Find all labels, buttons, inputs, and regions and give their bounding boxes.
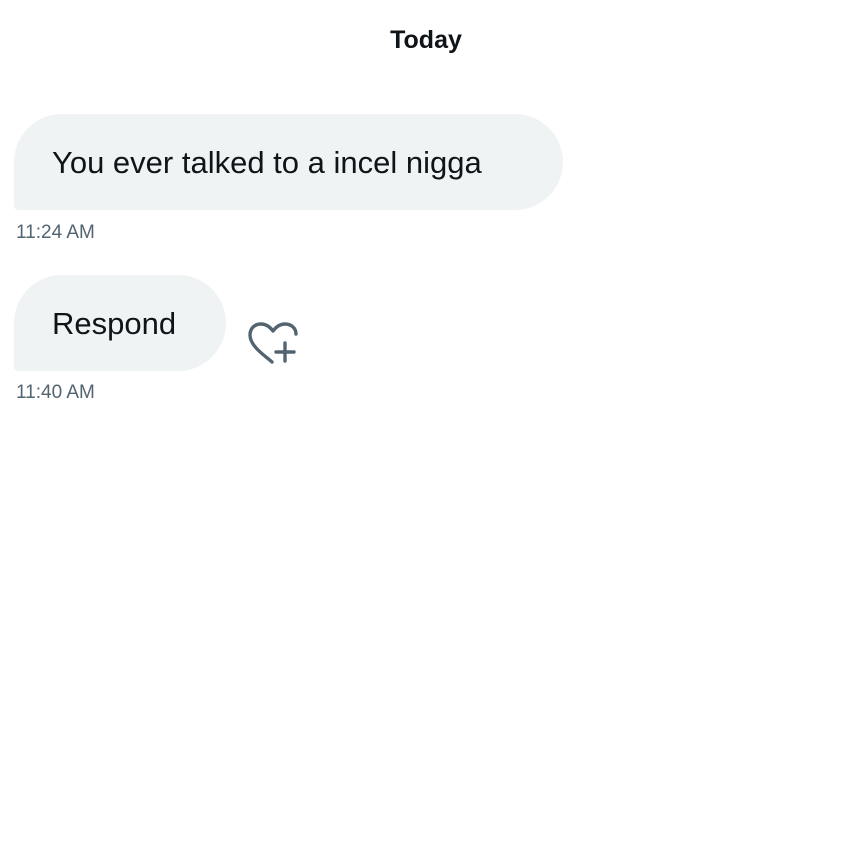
message-bubble[interactable]: You ever talked to a incel nigga — [14, 114, 563, 210]
message-text: Respond — [52, 305, 177, 341]
date-separator: Today — [390, 26, 462, 54]
message-text: You ever talked to a incel nigga — [52, 144, 482, 180]
add-reaction-button[interactable] — [246, 321, 300, 367]
message-timestamp: 11:40 AM — [16, 382, 95, 403]
message-timestamp: 11:24 AM — [16, 222, 95, 243]
message-bubble[interactable]: Respond — [14, 275, 226, 371]
heart-plus-icon — [248, 322, 298, 364]
